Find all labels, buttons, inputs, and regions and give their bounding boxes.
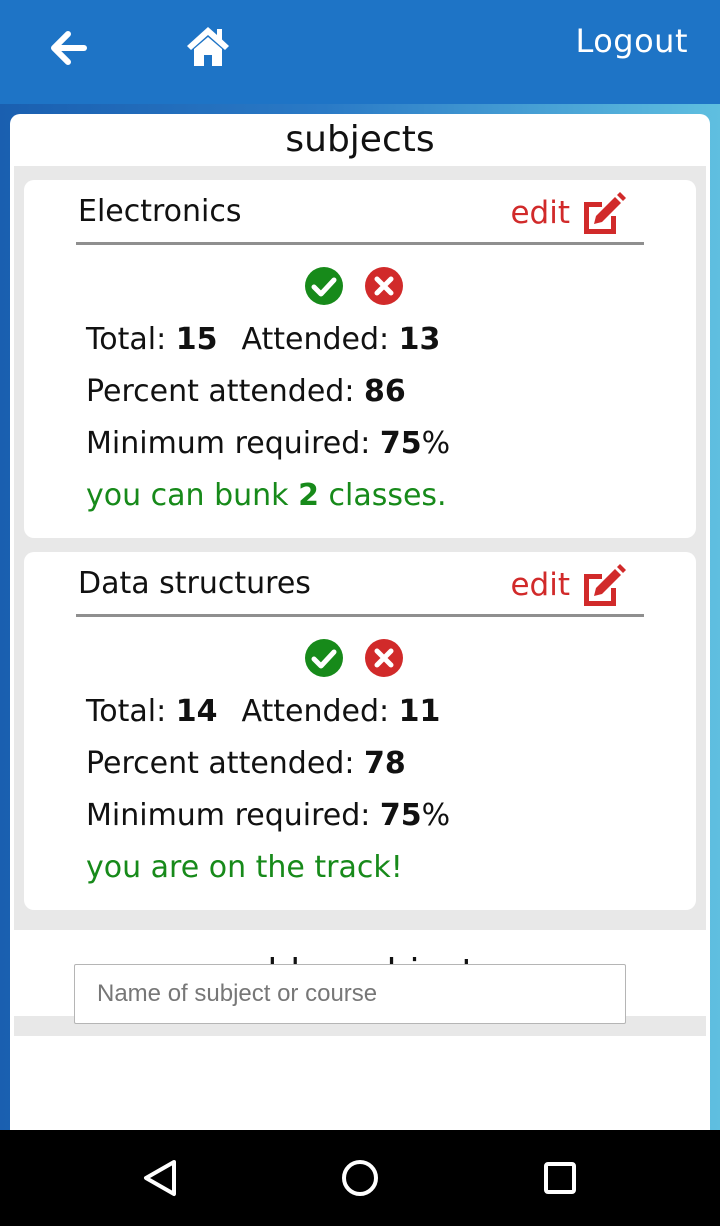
edit-label: edit [510, 195, 570, 231]
minimum-value: 75 [379, 426, 422, 461]
attendance-actions [304, 638, 404, 678]
percent-value: 78 [364, 746, 406, 781]
nav-recents-icon[interactable] [540, 1158, 580, 1198]
top-app-bar: Logout [0, 0, 720, 104]
attended-value: 13 [398, 322, 441, 357]
track-status: you are on the track! [86, 850, 403, 885]
mark-present-button[interactable] [304, 638, 344, 678]
subject-card: Data structures edit Total: 14 Attended:… [24, 552, 696, 910]
minimum-value: 75 [379, 798, 422, 833]
total-value: 14 [175, 694, 218, 729]
card-divider [76, 614, 644, 617]
totals-line: Total: 15 Attended: 13 [86, 322, 441, 357]
nav-back-icon[interactable] [140, 1158, 180, 1198]
subject-name-input[interactable] [74, 964, 626, 1024]
android-nav-bar [0, 1130, 720, 1226]
page-title: subjects [285, 119, 435, 160]
bunk-count: 2 [298, 478, 319, 513]
home-icon[interactable] [184, 24, 232, 68]
arrow-left-icon[interactable] [48, 28, 88, 68]
nav-home-icon[interactable] [340, 1158, 380, 1198]
check-circle-icon [305, 639, 343, 677]
mark-absent-button[interactable] [364, 266, 404, 306]
total-value: 15 [175, 322, 218, 357]
logout-button[interactable]: Logout [575, 22, 688, 60]
x-circle-icon [365, 267, 403, 305]
x-circle-icon [365, 639, 403, 677]
subject-name: Data structures [78, 566, 311, 601]
bunk-status: you can bunk 2 classes. [86, 478, 447, 513]
edit-subject-button[interactable]: edit [510, 564, 626, 606]
card-divider [76, 242, 644, 245]
attendance-actions [304, 266, 404, 306]
percent-line: Percent attended: 86 [86, 374, 406, 409]
minimum-line: Minimum required: 75% [86, 798, 451, 833]
totals-line: Total: 14 Attended: 11 [86, 694, 441, 729]
minimum-line: Minimum required: 75% [86, 426, 451, 461]
percent-line: Percent attended: 78 [86, 746, 406, 781]
attended-value: 11 [398, 694, 441, 729]
check-circle-icon [305, 267, 343, 305]
percent-value: 86 [364, 374, 406, 409]
edit-label: edit [510, 567, 570, 603]
edit-square-icon [584, 192, 626, 234]
mark-absent-button[interactable] [364, 638, 404, 678]
subject-card: Electronics edit Total: 15 Attended: 13 … [24, 180, 696, 538]
edit-subject-button[interactable]: edit [510, 192, 626, 234]
subject-name-field-wrapper [74, 964, 626, 1024]
edit-square-icon [584, 564, 626, 606]
mark-present-button[interactable] [304, 266, 344, 306]
subject-name: Electronics [78, 194, 242, 229]
subject-list: Electronics edit Total: 15 Attended: 13 … [14, 166, 706, 930]
